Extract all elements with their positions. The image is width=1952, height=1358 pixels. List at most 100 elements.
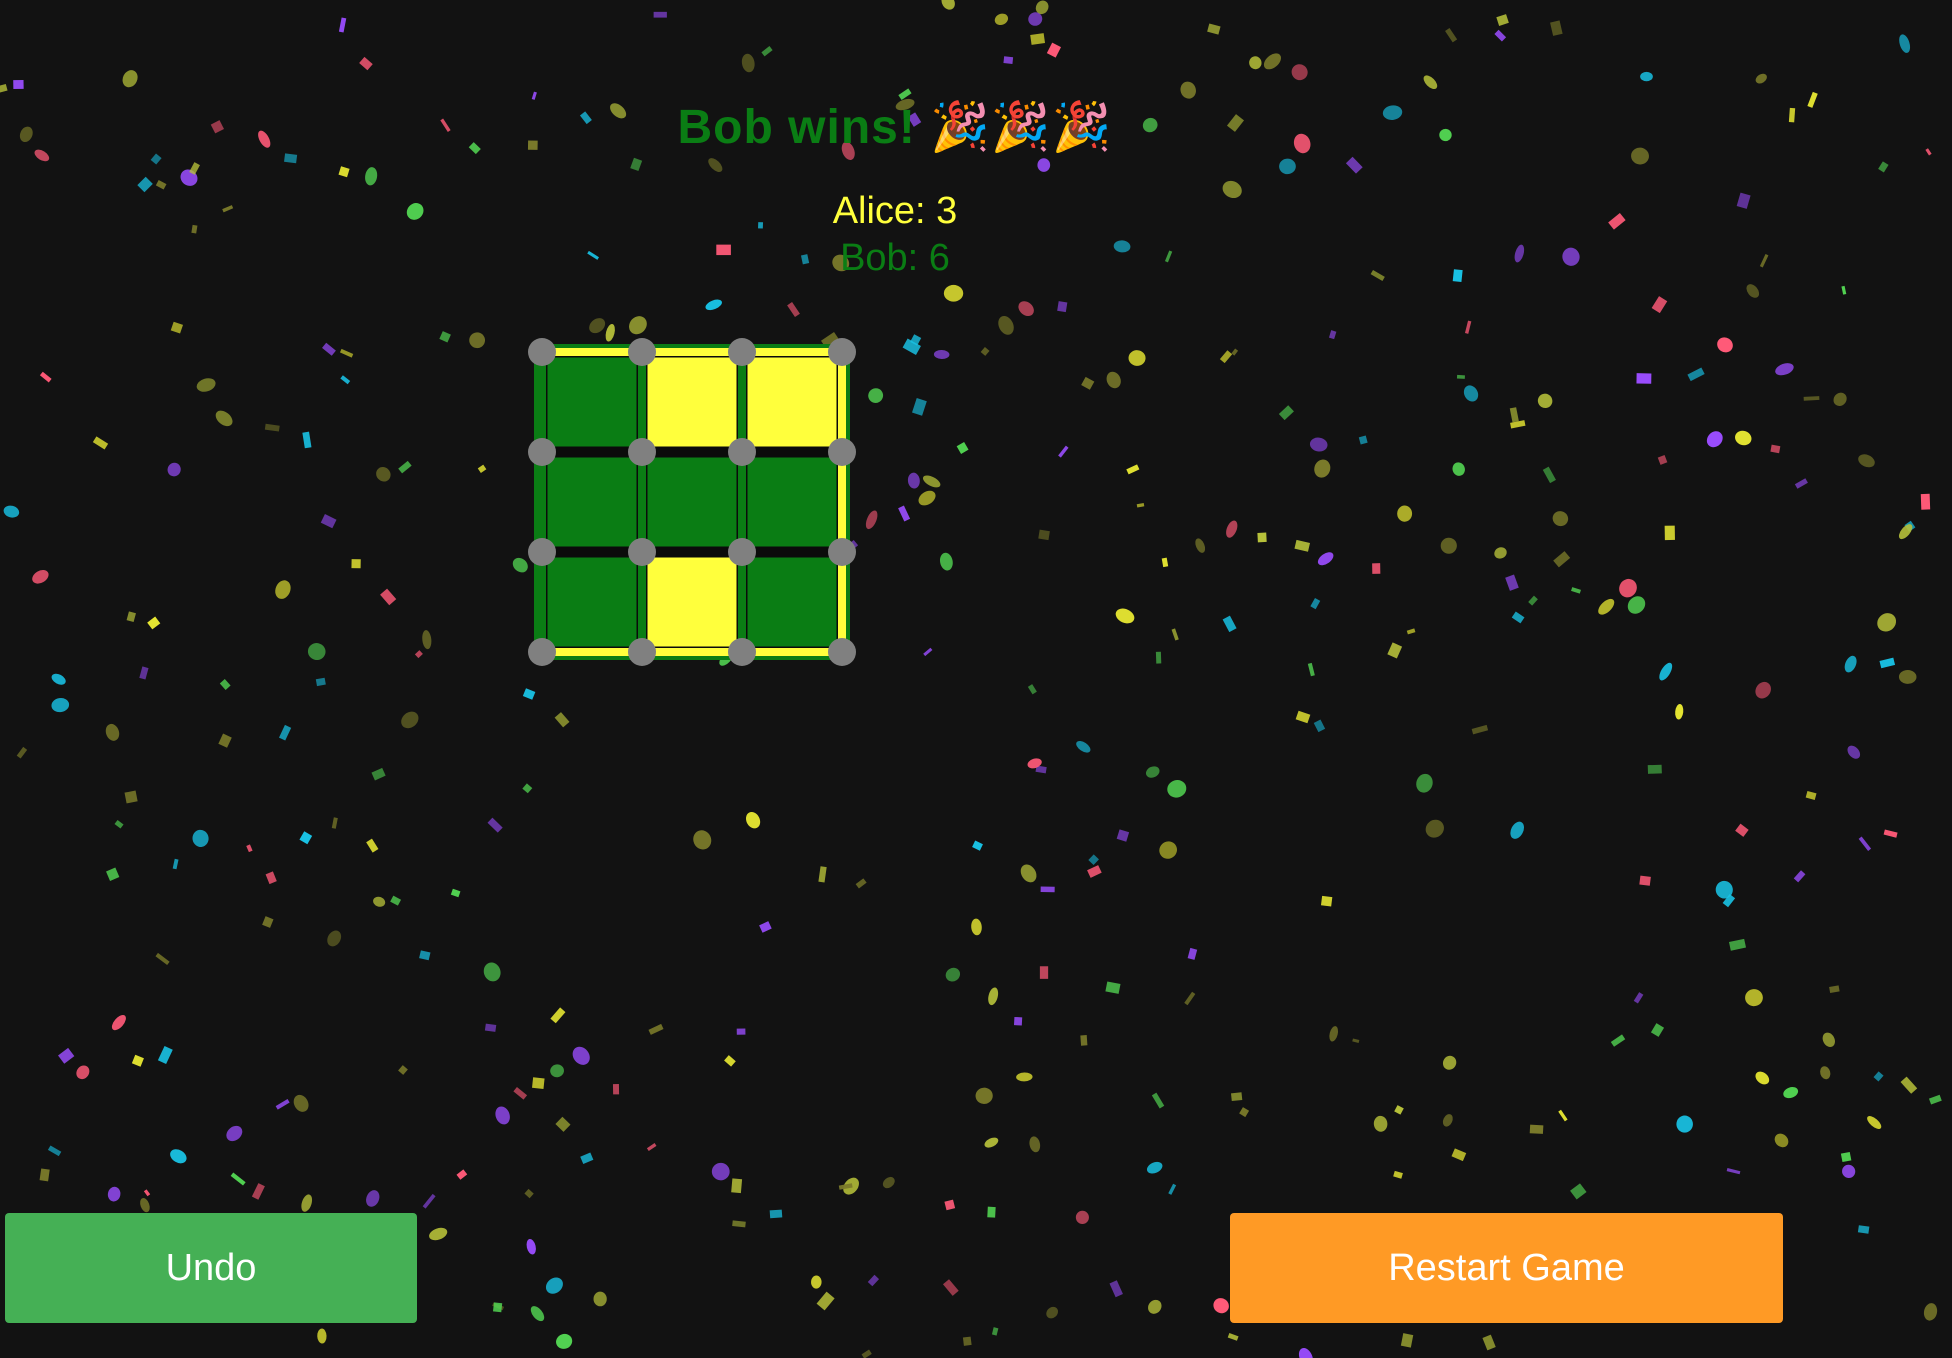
confetti-piece <box>1013 1016 1023 1026</box>
confetti-piece <box>1464 320 1472 334</box>
confetti-piece <box>956 441 969 454</box>
confetti-piece <box>1494 29 1507 42</box>
confetti-piece <box>513 1087 528 1100</box>
confetti-piece <box>1171 628 1179 641</box>
confetti-piece <box>1558 1109 1568 1122</box>
grid-dot[interactable] <box>528 538 556 566</box>
grid-dot[interactable] <box>628 338 656 366</box>
confetti-piece <box>1145 766 1160 778</box>
confetti-piece <box>1858 836 1872 851</box>
confetti-piece <box>1168 1183 1177 1195</box>
confetti-piece <box>398 460 412 474</box>
grid-dot[interactable] <box>528 638 556 666</box>
confetti-piece <box>373 896 386 907</box>
confetti-piece <box>646 1143 657 1152</box>
confetti-piece <box>1184 991 1196 1006</box>
confetti-piece <box>390 895 402 906</box>
grid-dot[interactable] <box>828 538 856 566</box>
confetti-piece <box>279 724 292 741</box>
grid-dot[interactable] <box>528 338 556 366</box>
confetti-piece <box>962 1336 972 1346</box>
confetti-piece <box>51 673 66 685</box>
confetti-piece <box>1899 34 1911 53</box>
confetti-piece <box>1640 71 1653 82</box>
confetti-piece <box>787 302 800 318</box>
confetti-piece <box>1076 740 1091 753</box>
confetti-piece <box>1400 1333 1414 1348</box>
confetti-piece <box>131 1054 144 1067</box>
confetti-piece <box>1298 1347 1313 1358</box>
grid-dot[interactable] <box>628 538 656 566</box>
winner-headline: Bob wins! 🎉🎉🎉 <box>677 101 1113 154</box>
confetti-piece <box>1900 1076 1918 1094</box>
confetti-piece <box>1726 1167 1741 1175</box>
board-cell <box>644 354 740 450</box>
grid-dot[interactable] <box>828 338 856 366</box>
confetti-piece <box>322 342 336 356</box>
confetti-piece <box>1664 525 1675 541</box>
confetti-piece <box>1445 28 1458 43</box>
confetti-piece <box>293 1094 309 1112</box>
confetti-piece <box>170 1149 187 1164</box>
confetti-piece <box>76 1065 90 1080</box>
confetti-piece <box>1805 790 1817 800</box>
confetti-piece <box>422 1193 436 1209</box>
confetti-piece <box>1029 1136 1041 1153</box>
confetti-piece <box>1858 454 1875 468</box>
confetti-piece <box>1057 301 1068 313</box>
confetti-piece <box>0 83 8 93</box>
confetti-piece <box>648 1023 664 1035</box>
confetti-piece <box>317 1328 327 1344</box>
confetti-piece <box>1755 73 1767 84</box>
confetti-piece <box>51 698 70 713</box>
confetti-piece <box>315 677 326 687</box>
confetti-piece <box>47 1145 62 1157</box>
confetti-piece <box>339 348 354 358</box>
grid-dot[interactable] <box>628 638 656 666</box>
confetti-piece <box>1639 875 1651 886</box>
grid-dot[interactable] <box>628 438 656 466</box>
confetti-piece <box>1159 841 1178 859</box>
confetti-piece <box>918 490 936 506</box>
confetti-piece <box>1829 985 1840 994</box>
confetti-piece <box>1040 886 1055 893</box>
confetti-piece <box>1803 396 1820 401</box>
board-cell <box>544 454 640 550</box>
grid-dot[interactable] <box>828 438 856 466</box>
grid-dot[interactable] <box>828 638 856 666</box>
confetti-piece <box>761 46 773 57</box>
undo-button[interactable]: Undo <box>5 1213 417 1323</box>
grid-dot[interactable] <box>728 538 756 566</box>
grid-dot[interactable] <box>728 438 756 466</box>
confetti-piece <box>1928 1094 1942 1105</box>
confetti-piece <box>1249 56 1262 70</box>
confetti-piece <box>1898 669 1917 684</box>
confetti-piece <box>1442 1114 1453 1127</box>
confetti-piece <box>1482 1334 1496 1351</box>
confetti-piece <box>994 13 1009 26</box>
game-board[interactable] <box>520 330 860 670</box>
grid-dot[interactable] <box>728 638 756 666</box>
confetti-piece <box>882 1176 895 1189</box>
confetti-piece <box>526 1238 536 1255</box>
confetti-piece <box>1706 431 1723 448</box>
confetti-piece <box>1148 1299 1162 1314</box>
confetti-piece <box>1081 376 1095 390</box>
confetti-piece <box>157 1045 173 1065</box>
confetti-piece <box>226 1125 243 1142</box>
confetti-piece <box>724 1055 736 1067</box>
confetti-piece <box>1257 532 1267 543</box>
confetti-piece <box>1925 148 1932 156</box>
confetti-piece <box>1509 407 1519 423</box>
restart-game-button[interactable]: Restart Game <box>1230 1213 1783 1323</box>
confetti-piece <box>1598 598 1615 615</box>
confetti-piece <box>1146 1161 1163 1174</box>
confetti-piece <box>975 1087 993 1104</box>
confetti-piece <box>1647 764 1662 774</box>
confetti-piece <box>1230 1092 1243 1102</box>
grid-dot[interactable] <box>728 338 756 366</box>
confetti-piece <box>693 830 712 850</box>
grid-dot[interactable] <box>528 438 556 466</box>
confetti-piece <box>572 1046 590 1065</box>
confetti-piece <box>1636 373 1652 384</box>
